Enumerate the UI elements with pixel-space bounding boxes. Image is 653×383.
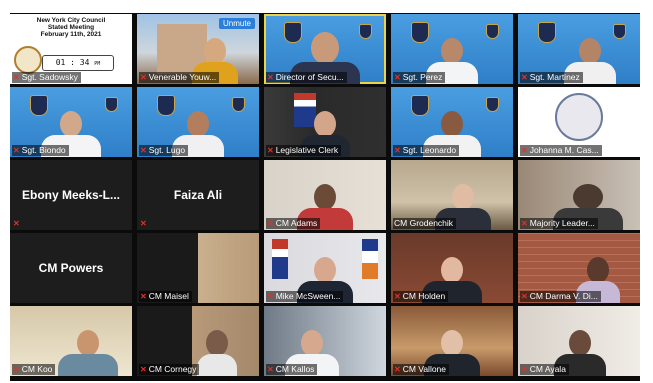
video-tile[interactable]: ✕ Sgt. Leonardo — [391, 87, 513, 157]
video-tile[interactable]: ✕ CM Vallone — [391, 306, 513, 376]
participant-name-label: CM Grodenchik — [393, 218, 457, 229]
muted-mic-icon: ✕ — [394, 146, 401, 155]
participant-name-label: ✕ CM Ayala — [520, 364, 569, 375]
participant-name-label: ✕ CM Koo — [12, 364, 56, 375]
participant-display-name: CM Powers — [38, 261, 104, 275]
video-tile[interactable]: ✕ Sgt. Biondo — [10, 87, 132, 157]
video-tile[interactable]: ✕ CM Kallos — [264, 306, 386, 376]
police-badge-icon — [232, 97, 245, 112]
muted-mic-icon: ✕ — [13, 219, 20, 228]
video-tile[interactable]: ✕ Mike McSween... — [264, 233, 386, 303]
video-tile-camera-off[interactable]: Ebony Meeks-L... ✕ — [10, 160, 132, 230]
muted-mic-icon: ✕ — [521, 219, 528, 228]
video-tile[interactable]: CM Grodenchik — [391, 160, 513, 230]
muted-mic-icon: ✕ — [267, 219, 274, 228]
muted-mic-icon: ✕ — [521, 146, 528, 155]
police-badge-icon — [486, 24, 499, 39]
video-tile[interactable]: ✕ CM Darma V. Di... — [518, 233, 640, 303]
video-grid: New York City Council Stated Meeting Feb… — [10, 13, 640, 381]
video-tile[interactable]: ✕ Johanna M. Cas... — [518, 87, 640, 157]
video-tile[interactable]: ✕ Majority Leader... — [518, 160, 640, 230]
police-badge-icon — [359, 24, 372, 39]
video-tile[interactable]: ✕ CM Holden — [391, 233, 513, 303]
participant-video — [58, 330, 118, 376]
participant-video — [197, 330, 237, 376]
meeting-card-title: New York City Council Stated Meeting Feb… — [36, 17, 106, 38]
muted-indicator: ✕ — [139, 218, 150, 229]
participant-name-label: ✕ Sgt. Leonardo — [393, 145, 460, 156]
muted-mic-icon: ✕ — [140, 365, 147, 374]
council-logo — [14, 46, 42, 74]
participant-name-label: ✕ Sgt. Perez — [393, 72, 446, 83]
video-tile[interactable]: ✕ CM Koo — [10, 306, 132, 376]
muted-mic-icon: ✕ — [140, 219, 147, 228]
participant-name-label: ✕ CM Maisel — [139, 291, 192, 302]
muted-mic-icon: ✕ — [394, 73, 401, 82]
participant-name-label: ✕ Legislative Clerk — [266, 145, 342, 156]
video-tile[interactable]: Unmute ✕ Venerable Youw... — [137, 14, 259, 84]
muted-mic-icon: ✕ — [267, 292, 274, 301]
video-tile[interactable]: ✕ CM Adams — [264, 160, 386, 230]
flag-image — [272, 239, 288, 279]
police-badge-icon — [486, 97, 499, 112]
video-tile[interactable]: ✕ Sgt. Martinez — [518, 14, 640, 84]
muted-mic-icon: ✕ — [140, 146, 147, 155]
participant-name-label: ✕ CM Kallos — [266, 364, 318, 375]
video-tile-meeting-card[interactable]: New York City Council Stated Meeting Feb… — [10, 14, 132, 84]
meeting-clock: 01 : 34 PM — [42, 55, 114, 71]
video-tile-active-speaker[interactable]: ✕ Director of Secu... — [264, 14, 386, 84]
participant-name-label: ✕ Johanna M. Cas... — [520, 145, 602, 156]
police-badge-icon — [538, 22, 556, 43]
participant-name-label: ✕ CM Cornegy — [139, 364, 200, 375]
muted-mic-icon: ✕ — [267, 146, 274, 155]
video-tile-camera-off[interactable]: CM Powers — [10, 233, 132, 303]
participant-name-label: ✕ Majority Leader... — [520, 218, 598, 229]
muted-mic-icon: ✕ — [394, 365, 401, 374]
muted-mic-icon: ✕ — [521, 292, 528, 301]
participant-display-name: Ebony Meeks-L... — [21, 188, 121, 202]
video-tile[interactable]: ✕ CM Maisel — [137, 233, 259, 303]
city-seal-image — [555, 93, 603, 141]
video-tile[interactable]: ✕ CM Ayala — [518, 306, 640, 376]
participant-name-label: ✕ Venerable Youw... — [139, 72, 220, 83]
muted-mic-icon: ✕ — [267, 365, 274, 374]
muted-mic-icon: ✕ — [140, 292, 147, 301]
participant-name-label: ✕ Sgt. Sadowsky — [12, 72, 81, 83]
participant-name-label: ✕ CM Adams — [266, 218, 321, 229]
unmute-button[interactable]: Unmute — [218, 18, 255, 29]
muted-mic-icon: ✕ — [13, 73, 20, 82]
participant-display-name: Faiza Ali — [173, 188, 223, 202]
video-tile[interactable]: ✕ Sgt. Perez — [391, 14, 513, 84]
muted-mic-icon: ✕ — [13, 146, 20, 155]
muted-mic-icon: ✕ — [140, 73, 147, 82]
muted-mic-icon: ✕ — [13, 365, 20, 374]
participant-name-label: ✕ CM Vallone — [393, 364, 450, 375]
police-badge-icon — [613, 24, 626, 39]
video-tile[interactable]: ✕ Legislative Clerk — [264, 87, 386, 157]
video-tile[interactable]: ✕ CM Cornegy — [137, 306, 259, 376]
participant-name-label: ✕ Director of Secu... — [266, 72, 347, 83]
muted-mic-icon: ✕ — [267, 73, 274, 82]
muted-indicator: ✕ — [12, 218, 23, 229]
video-tile[interactable]: ✕ Sgt. Lugo — [137, 87, 259, 157]
participant-name-label: ✕ CM Holden — [393, 291, 449, 302]
muted-mic-icon: ✕ — [521, 365, 528, 374]
video-tile-camera-off[interactable]: Faiza Ali ✕ — [137, 160, 259, 230]
participant-name-label: ✕ CM Darma V. Di... — [520, 291, 601, 302]
participant-name-label: ✕ Sgt. Lugo — [139, 145, 189, 156]
participant-name-label: ✕ Sgt. Biondo — [12, 145, 69, 156]
muted-mic-icon: ✕ — [521, 73, 528, 82]
police-badge-icon — [105, 97, 118, 112]
participant-name-label: ✕ Sgt. Martinez — [520, 72, 583, 83]
muted-mic-icon: ✕ — [394, 292, 401, 301]
participant-name-label: ✕ Mike McSween... — [266, 291, 344, 302]
flag-image — [362, 239, 378, 279]
